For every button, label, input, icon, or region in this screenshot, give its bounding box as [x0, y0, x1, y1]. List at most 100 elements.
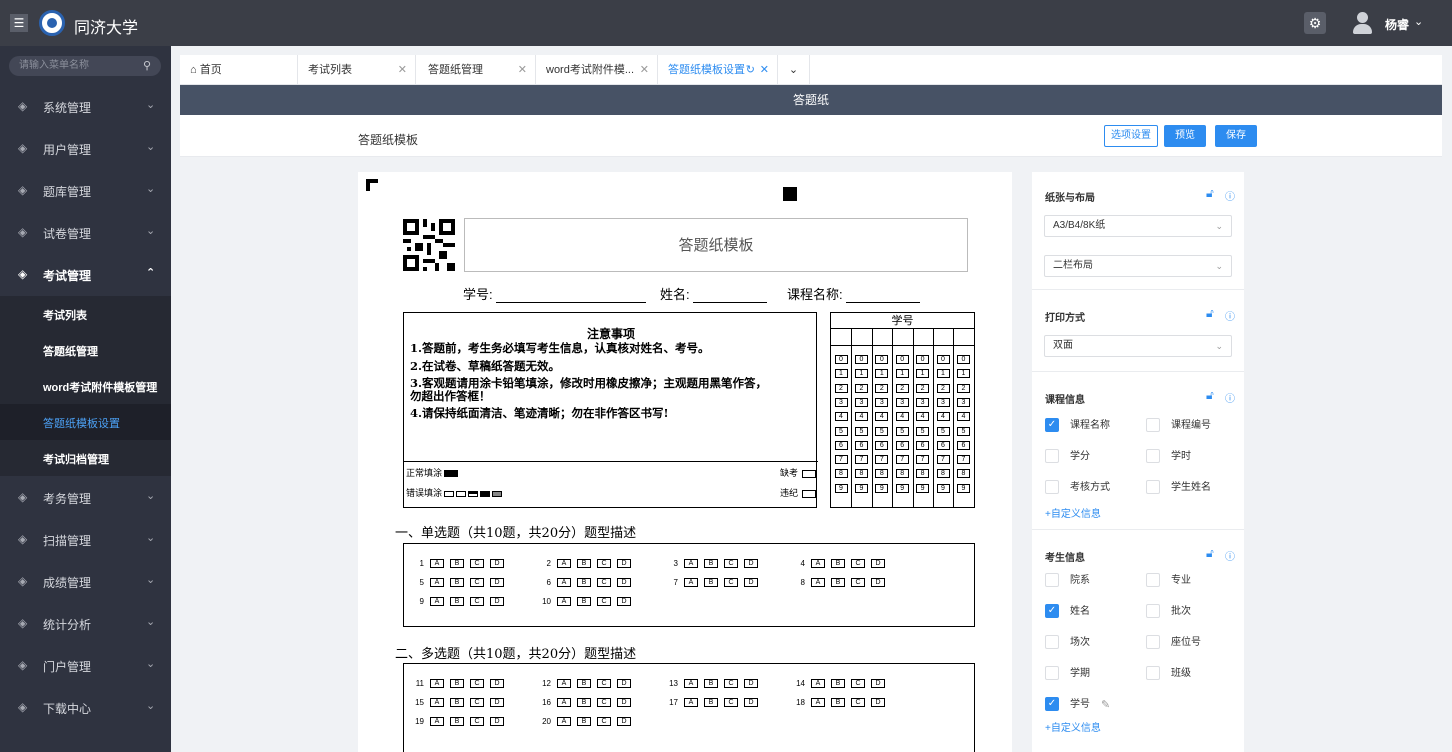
close-icon[interactable]: ✕	[398, 55, 407, 85]
tab-home[interactable]: ⌂ 首页	[180, 55, 298, 85]
tab-word-template[interactable]: word考试附件模... ✕	[536, 55, 658, 85]
refresh-icon[interactable]: ↻	[746, 55, 755, 85]
sidebar-item-affairs[interactable]: ◈ 考务管理 ⌄	[0, 479, 171, 515]
field-label: 课程名称:	[787, 287, 843, 302]
section-title: 二、多选题（共10题，共20分）题型描述	[395, 647, 637, 662]
checkbox-icon[interactable]	[1146, 418, 1160, 432]
chevron-down-icon[interactable]: ⌄	[1414, 15, 1423, 28]
user-avatar-icon[interactable]	[1353, 12, 1372, 34]
option-bubble: D	[744, 698, 758, 708]
select-value: 二栏布局	[1053, 260, 1093, 271]
option-bubble: A	[430, 717, 444, 727]
id-digit-bubble: 2	[956, 383, 970, 393]
id-digit-bubble: 1	[834, 369, 848, 379]
checkbox-checked-icon[interactable]: ✓	[1045, 604, 1059, 618]
sidebar-subitem-archive[interactable]: 考试归档管理	[0, 440, 171, 476]
checkbox-icon[interactable]	[1146, 666, 1160, 680]
sidebar-item-system[interactable]: ◈ 系统管理 ⌄	[0, 88, 171, 124]
options-button[interactable]: 选项设置	[1104, 125, 1158, 147]
checkbox-icon[interactable]	[1045, 449, 1059, 463]
checkbox-icon[interactable]	[1045, 666, 1059, 680]
course-name-field: 课程名称:	[787, 284, 921, 303]
sidebar-item-statistics[interactable]: ◈ 统计分析 ⌄	[0, 605, 171, 641]
option-bubble: B	[450, 679, 464, 689]
checkbox-icon[interactable]	[1146, 480, 1160, 494]
id-digit-bubble: 7	[956, 455, 970, 465]
sidebar-subitem-sheet-template[interactable]: 答题纸模板设置	[0, 404, 171, 440]
sidebar-subitem-answer-sheet[interactable]: 答题纸管理	[0, 332, 171, 368]
template-title: 答题纸模板	[358, 133, 419, 147]
menu-search-input[interactable]: 请输入菜单名称 ⚲	[9, 56, 161, 76]
layout-select[interactable]: 二栏布局 ⌄	[1044, 255, 1232, 277]
violation-mark[interactable]: 违纪	[780, 486, 817, 499]
option-bubble: A	[684, 559, 698, 569]
info-icon[interactable]: ⓘ	[1225, 308, 1235, 323]
sidebar-item-papers[interactable]: ◈ 试卷管理 ⌄	[0, 214, 171, 250]
option-bubble: D	[871, 559, 885, 569]
option-bubble: D	[490, 559, 504, 569]
close-icon[interactable]: ✕	[640, 55, 649, 85]
close-icon[interactable]: ✕	[760, 55, 769, 85]
id-digit-bubble: 8	[834, 469, 848, 479]
checkbox-checked-icon[interactable]: ✓	[1045, 418, 1059, 432]
checkbox-icon[interactable]	[1146, 573, 1160, 587]
info-icon[interactable]: ⓘ	[1225, 548, 1235, 563]
student-info-section: 考生信息 🔓︎ ⓘ 院系 专业 ✓ 姓名 批次 场次 座位号 学期 班级 ✓ 学号 ✎ +自定义信息	[1032, 530, 1244, 752]
question-item: 1ABCD	[412, 559, 510, 569]
tab-exam-list[interactable]: 考试列表 ✕	[298, 55, 416, 85]
close-icon[interactable]: ✕	[518, 55, 527, 85]
save-button[interactable]: 保存	[1215, 125, 1257, 147]
edit-pencil-icon[interactable]: ✎	[1101, 697, 1110, 713]
id-digit-bubble: 3	[936, 397, 950, 407]
info-icon[interactable]: ⓘ	[1225, 390, 1235, 405]
question-item: 6ABCD	[539, 578, 637, 588]
sidebar-item-downloads[interactable]: ◈ 下载中心 ⌄	[0, 689, 171, 725]
checkbox-icon[interactable]	[1045, 573, 1059, 587]
add-custom-course-info-link[interactable]: +自定义信息	[1045, 505, 1101, 520]
absent-mark[interactable]: 缺考	[780, 466, 817, 479]
search-icon[interactable]: ⚲	[143, 56, 151, 76]
user-name[interactable]: 杨睿	[1385, 16, 1409, 33]
option-bubble: D	[871, 698, 885, 708]
tab-answer-sheet[interactable]: 答题纸管理 ✕	[416, 55, 536, 85]
sidebar-item-scan[interactable]: ◈ 扫描管理 ⌄	[0, 521, 171, 557]
sidebar-item-question-bank[interactable]: ◈ 题库管理 ⌄	[0, 172, 171, 208]
info-icon[interactable]: ⓘ	[1225, 188, 1235, 203]
option-bubble: A	[557, 578, 571, 588]
position-marker-icon	[783, 187, 797, 201]
sidebar-subitem-exam-list[interactable]: 考试列表	[0, 296, 171, 332]
wrong-fill-icon	[468, 490, 479, 497]
sidebar-subitem-word-template[interactable]: word考试附件模板管理	[0, 368, 171, 404]
sidebar-item-exams[interactable]: ◈ 考试管理 ⌃	[0, 256, 171, 292]
sidebar-item-portal[interactable]: ◈ 门户管理 ⌄	[0, 647, 171, 683]
checkbox-icon[interactable]	[1146, 604, 1160, 618]
lock-icon[interactable]: 🔓︎	[1206, 388, 1214, 403]
sidebar-item-users[interactable]: ◈ 用户管理 ⌄	[0, 130, 171, 166]
question-number: 1	[419, 559, 424, 568]
section-title: 打印方式	[1045, 313, 1085, 324]
add-custom-student-info-link[interactable]: +自定义信息	[1045, 719, 1101, 734]
checkbox-icon[interactable]	[1146, 449, 1160, 463]
question-number: 4	[800, 559, 805, 568]
checkbox-label: 座位号	[1171, 637, 1201, 648]
option-bubble: B	[831, 679, 845, 689]
sidebar-item-scores[interactable]: ◈ 成绩管理 ⌄	[0, 563, 171, 599]
checkbox-checked-icon[interactable]: ✓	[1045, 697, 1059, 711]
chevron-down-icon: ⌄	[146, 490, 156, 502]
university-logo	[39, 10, 65, 36]
tab-bar: ⌂ 首页 考试列表 ✕ 答题纸管理 ✕ word考试附件模... ✕ 答题纸模板设置 ↻…	[180, 55, 1442, 85]
paper-size-select[interactable]: A3/B4/8K纸 ⌄	[1044, 215, 1232, 237]
checkbox-icon[interactable]	[1146, 635, 1160, 649]
tab-sheet-template[interactable]: 答题纸模板设置 ↻ ✕	[658, 55, 778, 85]
gear-icon[interactable]: ⚙	[1304, 12, 1326, 34]
lock-icon[interactable]: 🔓︎	[1206, 306, 1214, 321]
tab-more[interactable]: ⌄	[778, 55, 810, 85]
checkbox-icon[interactable]	[1045, 480, 1059, 494]
lock-icon[interactable]: 🔓︎	[1206, 546, 1214, 561]
preview-button[interactable]: 预览	[1164, 125, 1206, 147]
question-item: 18 A B C D	[793, 698, 891, 708]
checkbox-icon[interactable]	[1045, 635, 1059, 649]
print-mode-select[interactable]: 双面 ⌄	[1044, 335, 1232, 357]
lock-icon[interactable]: 🔓︎	[1206, 186, 1214, 201]
menu-icon[interactable]: ☰	[10, 14, 28, 32]
